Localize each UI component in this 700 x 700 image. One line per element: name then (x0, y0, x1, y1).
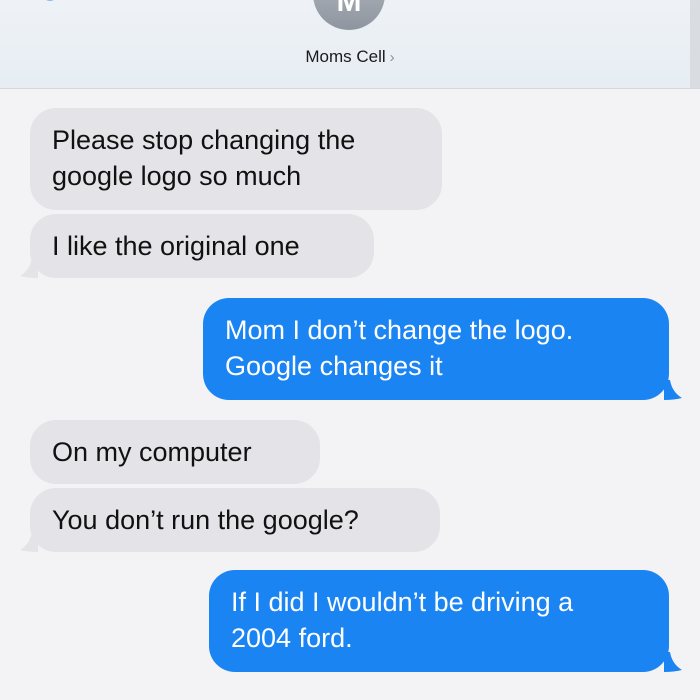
sent-bubble-tail (664, 652, 682, 672)
sent-message[interactable]: If I did I wouldn’t be driving a 2004 fo… (209, 570, 669, 672)
back-chevron-icon[interactable] (30, 0, 70, 16)
avatar-initial: M (336, 0, 362, 18)
conversation-header: M Moms Cell › (0, 0, 700, 89)
received-bubble-tail (20, 258, 38, 278)
contact-name-row[interactable]: Moms Cell › (0, 47, 700, 71)
received-message[interactable]: Please stop changing the google logo so … (30, 108, 442, 210)
received-message[interactable]: I like the original one (30, 214, 374, 278)
received-bubble-tail (20, 532, 38, 552)
header-edge (690, 0, 700, 88)
received-message[interactable]: On my computer (30, 420, 320, 484)
sent-message[interactable]: Mom I don’t change the logo. Google chan… (203, 298, 669, 400)
received-message[interactable]: You don’t run the google? (30, 488, 440, 552)
sent-bubble-tail (664, 380, 682, 400)
chevron-right-icon: › (389, 49, 395, 66)
contact-name: Moms Cell (305, 47, 386, 66)
contact-avatar[interactable]: M (313, 0, 385, 30)
